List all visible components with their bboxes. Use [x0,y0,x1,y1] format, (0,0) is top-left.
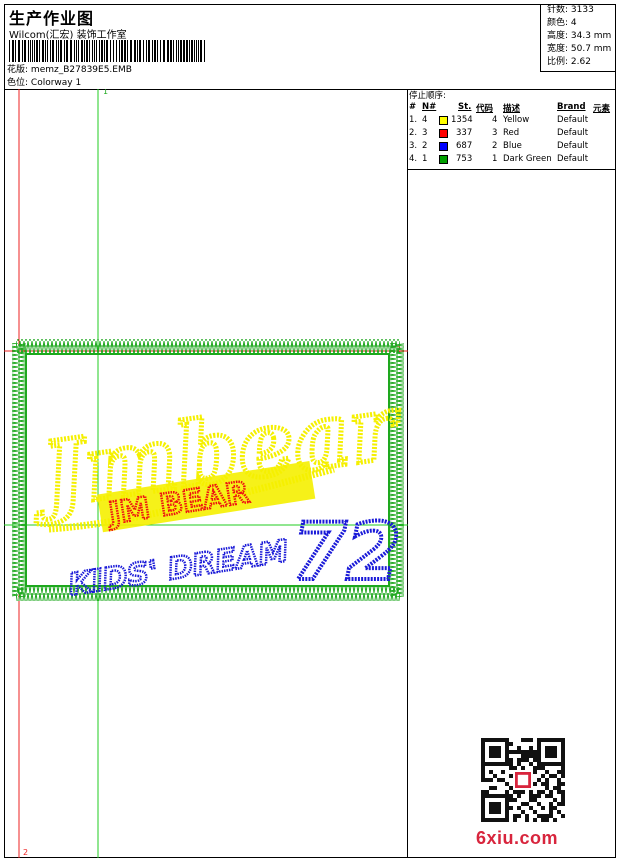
row-num: 4. [409,154,418,164]
stat-colors: 颜色: 4 [547,18,577,28]
row-desc: Red [503,128,520,138]
guide-label-top: 1 [103,89,108,96]
stop-row: 1. 4 1354 4 Yellow Default [408,115,616,127]
barcode [9,40,207,62]
row-n: 4 [422,115,428,125]
row-brand: Default [557,154,589,164]
design-file-name: memz_B27839E5.EMB [30,65,132,75]
row-desc: Yellow [503,115,530,125]
stat-height: 高度: 34.3 mm [547,31,612,41]
col-code: 代码 [476,104,494,114]
col-num: # [409,102,417,112]
colorway-name: Colorway 1 [30,78,82,88]
row-st: 1354 [451,115,473,125]
row-code: 4 [492,115,498,125]
watermark-logo: 6xiu.com [476,828,559,848]
stop-order-title: 停止顺序: [409,91,446,101]
colorway-label: 色位: [7,78,29,88]
qr-code-icon [481,738,565,822]
row-code: 3 [492,128,498,138]
colorway-line: 色位: Colorway 1 [7,75,81,88]
row-desc: Dark Green [503,154,552,164]
stat-scale: 比例: 2.62 [547,57,591,67]
header: 生产作业图 Wilcom(汇宏) 装饰工作室 花版: memz_B27839E5… [4,4,616,90]
embroidery-canvas: 1 2 2 Jmbear JM BEAR KIDS' DREAM 72 [4,87,411,858]
design-file-line: 花版: memz_B27839E5.EMB [7,62,132,75]
row-st: 337 [456,128,473,138]
row-st: 687 [456,141,473,151]
stop-row: 4. 1 753 1 Dark Green Default [408,154,616,166]
row-num: 3. [409,141,418,151]
col-element: 元素 [593,104,611,114]
stop-row: 2. 3 337 3 Red Default [408,128,616,140]
col-st: St. [458,102,472,112]
row-num: 1. [409,115,418,125]
design-file-label: 花版: [7,65,29,75]
color-swatch-green [439,155,448,164]
row-st: 753 [456,154,473,164]
design-preview: 1 2 2 Jmbear JM BEAR KIDS' DREAM 72 [4,87,411,858]
stat-width: 宽度: 50.7 mm [547,44,612,54]
row-brand: Default [557,128,589,138]
stop-order-header: # N# St. 代码 描述 Brand 元素 [408,102,616,114]
row-n: 3 [422,128,428,138]
stop-row: 3. 2 687 2 Blue Default [408,141,616,153]
color-swatch-yellow [439,116,448,125]
color-swatch-blue [439,142,448,151]
stop-order-panel: 停止顺序: # N# St. 代码 描述 Brand 元素 1. 4 1354 … [408,89,616,170]
stats-panel: 针数: 3133 颜色: 4 高度: 34.3 mm 宽度: 50.7 mm 比… [540,4,616,72]
company-name: Wilcom(汇宏) 装饰工作室 [9,30,127,41]
row-brand: Default [557,115,589,125]
color-swatch-red [439,129,448,138]
row-n: 1 [422,154,428,164]
row-code: 2 [492,141,498,151]
blue-number: 72 [292,508,401,598]
stat-stitches: 针数: 3133 [547,5,594,15]
row-code: 1 [492,154,498,164]
col-desc: 描述 [503,104,521,114]
col-brand: Brand [557,102,586,112]
row-desc: Blue [503,141,522,151]
col-n: N# [422,102,437,112]
row-n: 2 [422,141,428,151]
guide-label-bottom: 2 [23,848,28,857]
row-brand: Default [557,141,589,151]
row-num: 2. [409,128,418,138]
